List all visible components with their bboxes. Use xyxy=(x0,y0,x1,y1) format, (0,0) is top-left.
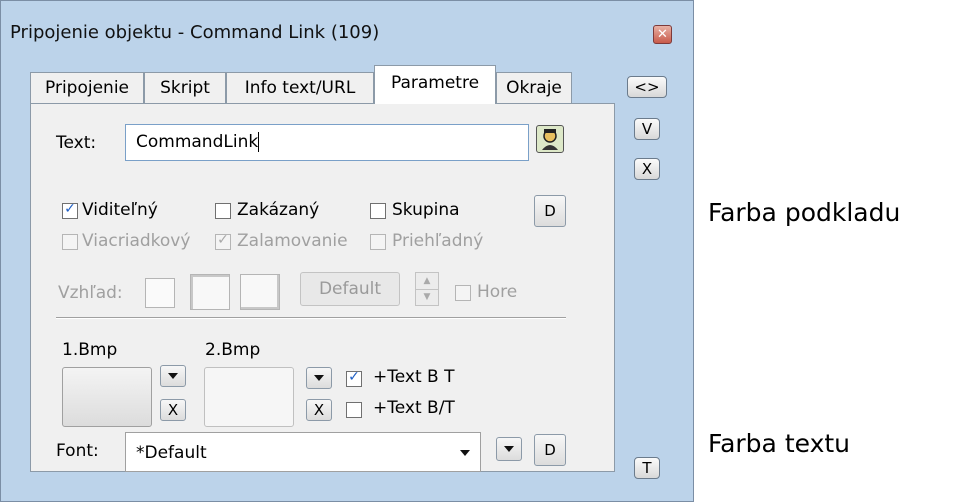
close-icon: ✕ xyxy=(657,27,668,42)
spinner-icon[interactable]: ▲ ▼ xyxy=(415,272,439,306)
appearance-label: Vzhľad: xyxy=(58,283,123,303)
font-dropdown-button[interactable] xyxy=(496,437,522,461)
multiline-label: Viacriadkový xyxy=(82,231,191,251)
tab-okraje[interactable]: Okraje xyxy=(496,72,572,103)
group-checkbox[interactable] xyxy=(370,203,386,219)
close-button[interactable]: ✕ xyxy=(653,25,672,44)
text-b-t-label: +Text B T xyxy=(373,367,455,387)
bmp1-clear-button[interactable]: X xyxy=(160,399,186,421)
tab-info-text-url[interactable]: Info text/URL xyxy=(226,72,374,103)
chevron-down-icon xyxy=(168,373,178,379)
top-label: Hore xyxy=(477,282,518,302)
chevron-down-icon xyxy=(504,446,514,452)
bmp2-dropdown[interactable] xyxy=(306,367,332,389)
swap-button[interactable]: <> xyxy=(627,76,667,98)
transparent-checkbox[interactable] xyxy=(370,234,386,250)
group-label: Skupina xyxy=(392,200,460,220)
disabled-checkbox[interactable] xyxy=(215,203,231,219)
person-icon[interactable] xyxy=(536,125,564,153)
visible-checkbox[interactable]: ✓ xyxy=(62,201,78,219)
tab-skript[interactable]: Skript xyxy=(144,72,226,103)
text-b-t-checkbox[interactable]: ✓ xyxy=(346,369,362,387)
visible-label: Viditeľný xyxy=(82,200,158,220)
transparent-label: Priehľadný xyxy=(392,231,484,251)
background-color-annotation: Farba podkladu xyxy=(708,198,901,227)
tab-pripojenie[interactable]: Pripojenie xyxy=(30,72,144,103)
disabled-label: Zakázaný xyxy=(237,200,320,220)
bmp2-clear-button[interactable]: X xyxy=(306,399,332,421)
font-label: Font: xyxy=(56,441,99,461)
text-b-slash-t-checkbox[interactable] xyxy=(346,402,362,418)
bmp1-label: 1.Bmp xyxy=(62,340,118,360)
multiline-checkbox[interactable] xyxy=(62,234,78,250)
bmp1-dropdown[interactable] xyxy=(160,365,186,387)
font-select[interactable]: *Default xyxy=(125,432,481,472)
bmp2-label: 2.Bmp xyxy=(205,340,261,360)
tab-parametre[interactable]: Parametre xyxy=(374,65,496,104)
appearance-style-3[interactable] xyxy=(240,274,280,310)
wrap-label: Zalamovanie xyxy=(237,231,348,251)
x-button[interactable]: X xyxy=(634,158,660,180)
t-button[interactable]: T xyxy=(634,457,660,479)
d-button-font[interactable]: D xyxy=(534,434,566,466)
v-button[interactable]: V xyxy=(634,118,660,140)
text-b-slash-t-label: +Text B/T xyxy=(373,398,455,418)
top-checkbox[interactable] xyxy=(455,285,471,301)
bmp2-preview[interactable] xyxy=(204,367,294,427)
text-input-value: CommandLink xyxy=(136,132,259,152)
chevron-down-icon xyxy=(314,375,324,381)
text-label: Text: xyxy=(56,133,97,153)
font-value: *Default xyxy=(136,443,207,463)
bmp1-preview[interactable] xyxy=(62,367,152,427)
d-button-top[interactable]: D xyxy=(534,195,566,227)
appearance-default-button[interactable]: Default xyxy=(300,272,400,306)
text-input[interactable]: CommandLink xyxy=(125,124,529,161)
wrap-checkbox[interactable]: ✓ xyxy=(215,232,231,250)
text-color-annotation: Farba textu xyxy=(708,429,851,458)
window-title: Pripojenie objektu - Command Link (109) xyxy=(10,22,380,43)
chevron-down-icon xyxy=(460,450,470,456)
divider xyxy=(56,317,566,319)
appearance-style-2[interactable] xyxy=(190,274,230,310)
appearance-style-1[interactable] xyxy=(145,278,175,308)
